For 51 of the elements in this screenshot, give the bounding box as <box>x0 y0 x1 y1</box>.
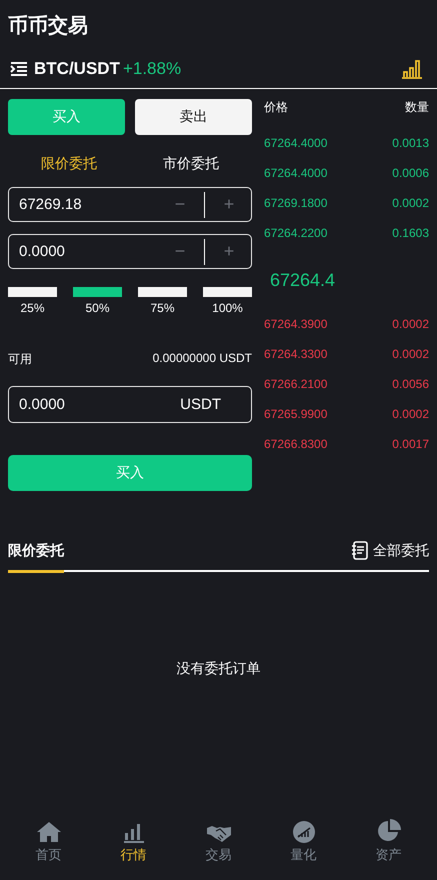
bid-amount: 0.0002 <box>392 196 429 210</box>
ask-price: 67264.3900 <box>264 317 328 331</box>
ask-amount: 0.0002 <box>392 317 429 331</box>
bid-price: 67269.1800 <box>264 196 328 210</box>
handshake-icon[interactable] <box>206 825 230 843</box>
orders-tab[interactable]: 限价委托 <box>8 542 64 560</box>
ask-amount: 0.0056 <box>392 377 429 391</box>
column-header: 数量 <box>405 99 429 116</box>
percent-label[interactable]: 50% <box>85 301 110 315</box>
bar-chart-icon[interactable] <box>122 823 144 843</box>
growth-chart-icon[interactable] <box>292 821 314 843</box>
ask-amount: 0.0002 <box>392 407 429 421</box>
ask-price: 67265.9900 <box>264 407 328 421</box>
percent-label[interactable]: 25% <box>20 301 45 315</box>
ask-amount: 0.0017 <box>392 437 429 451</box>
nav-label[interactable]: 首页 <box>36 846 62 864</box>
ask-price: 67266.2100 <box>264 377 328 391</box>
document-icon[interactable] <box>351 541 368 560</box>
bid-price: 67264.4000 <box>264 166 328 180</box>
order-type-tab[interactable]: 市价委托 <box>163 155 219 173</box>
bid-price: 67264.2200 <box>264 226 328 240</box>
all-orders-link[interactable]: 全部委托 <box>373 542 429 560</box>
home-icon[interactable] <box>36 821 62 843</box>
bar-chart-icon[interactable] <box>401 59 423 79</box>
pair-symbol[interactable]: BTC/USDT <box>34 59 120 79</box>
page-title: 币币交易 <box>7 14 89 39</box>
side-tab[interactable]: 卖出 <box>135 99 252 135</box>
order-type-tab[interactable]: 限价委托 <box>41 155 97 173</box>
nav-label[interactable]: 交易 <box>206 846 232 864</box>
percent-label[interactable]: 100% <box>212 301 243 315</box>
ask-price: 67264.3300 <box>264 347 328 361</box>
bid-price: 67264.4000 <box>264 136 328 150</box>
ask-amount: 0.0002 <box>392 347 429 361</box>
last-price: 67264.4 <box>270 270 336 290</box>
pie-chart-icon[interactable] <box>376 819 400 843</box>
bid-amount: 0.1603 <box>392 226 429 240</box>
nav-label[interactable]: 资产 <box>376 846 402 864</box>
unit-label: USDT <box>180 396 221 413</box>
column-header: 价格 <box>264 99 288 116</box>
available-label: 可用 <box>8 351 32 368</box>
available-value: 0.00000000 USDT <box>152 351 252 367</box>
nav-label[interactable]: 行情 <box>120 846 146 864</box>
menu-icon[interactable] <box>10 62 28 76</box>
total-field[interactable]: 0.0000 USDT <box>8 386 252 423</box>
empty-message: 没有委托订单 <box>176 660 262 678</box>
percent-label[interactable]: 75% <box>150 301 175 315</box>
price-change: +1.88% <box>122 59 182 79</box>
ask-price: 67266.8300 <box>264 437 328 451</box>
nav-label[interactable]: 量化 <box>290 846 316 864</box>
bid-amount: 0.0006 <box>392 166 429 180</box>
bid-amount: 0.0013 <box>392 136 429 150</box>
